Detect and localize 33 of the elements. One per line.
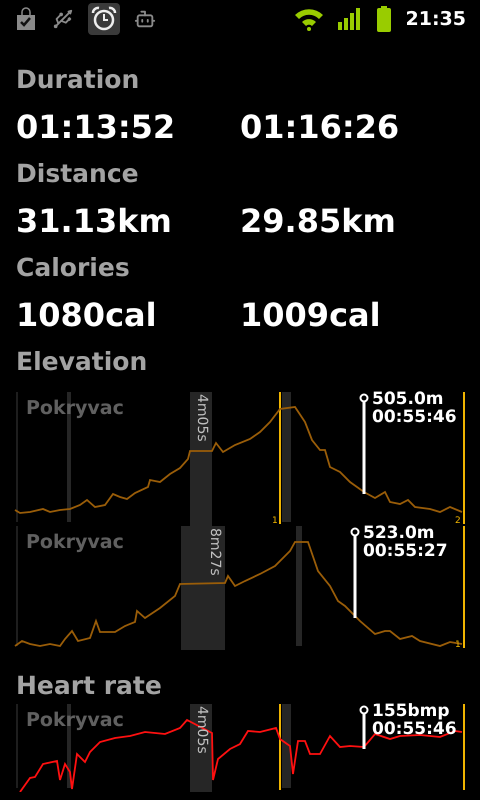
- marker-time: 00:55:27: [363, 542, 448, 560]
- marker-value: 505.0m: [372, 390, 444, 408]
- marker-value: 523.0m: [363, 524, 436, 542]
- stat-value: 01:13:52: [16, 107, 176, 148]
- stat-value: 01:16:26: [240, 107, 400, 148]
- stat-label: Duration: [16, 64, 140, 96]
- stat-label: Calories: [16, 252, 131, 284]
- battery-icon: [376, 6, 392, 32]
- stat-value: 1009cal: [240, 295, 382, 336]
- marker-time: 00:55:46: [372, 408, 457, 426]
- android-icon: [134, 8, 156, 30]
- marker-time: 00:55:46: [372, 720, 457, 738]
- stat-label: Distance: [16, 158, 140, 190]
- track-name: Pokryvac: [26, 530, 124, 555]
- track-name: Pokryvac: [26, 708, 124, 733]
- pause-duration: 8m27s: [208, 528, 222, 576]
- lap-number: 2: [455, 517, 461, 526]
- pause-duration: 4m05s: [195, 394, 209, 442]
- usb-icon: [52, 8, 74, 30]
- marker-pin: [359, 705, 369, 749]
- pause-duration: 4m05s: [195, 706, 209, 754]
- alarm-clock-icon: [88, 3, 120, 35]
- section-title: Heart rate: [16, 671, 162, 700]
- lap-number: 1: [272, 517, 278, 526]
- track-name: Pokryvac: [26, 396, 124, 421]
- marker-value: 155bmp: [372, 702, 451, 720]
- wifi-icon: [294, 7, 324, 31]
- stat-value: 1080cal: [16, 295, 158, 336]
- clock-time: 21:35: [406, 6, 466, 32]
- signal-icon: [338, 8, 362, 30]
- section-title: Elevation: [16, 346, 148, 378]
- stat-value: 31.13km: [16, 201, 173, 242]
- stat-value: 29.85km: [240, 201, 397, 242]
